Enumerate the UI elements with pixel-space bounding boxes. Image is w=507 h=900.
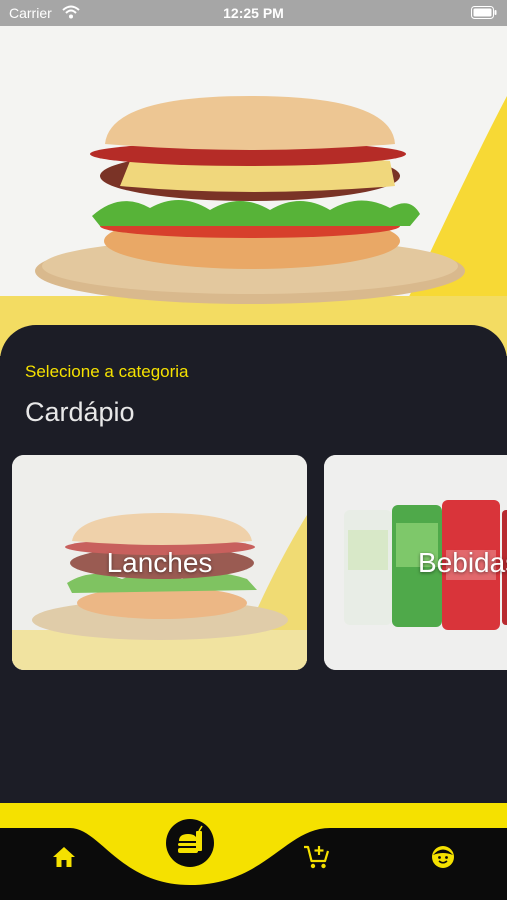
- category-panel: Selecione a categoria Cardápio Lanches B: [0, 325, 507, 805]
- smiley-icon: [432, 846, 454, 868]
- page-title: Cardápio: [25, 397, 135, 427]
- category-label: Bebidas: [418, 547, 507, 578]
- hero-burger-image: [0, 26, 507, 356]
- tab-home[interactable]: [52, 846, 76, 873]
- tab-profile[interactable]: [431, 845, 455, 874]
- burger-icon: [178, 825, 203, 853]
- section-subtitle: Selecione a categoria: [25, 362, 189, 381]
- tab-cart[interactable]: [303, 844, 331, 875]
- category-label: Lanches: [106, 547, 213, 578]
- category-card-bebidas[interactable]: Bebidas: [324, 455, 507, 670]
- status-bar: Carrier 12:25 PM: [0, 0, 507, 26]
- home-icon: [53, 847, 75, 867]
- bottom-tab-bar: [0, 803, 507, 900]
- cart-add-icon: [304, 845, 330, 869]
- category-card-lanches[interactable]: Lanches: [12, 455, 307, 670]
- tab-menu[interactable]: [166, 819, 214, 867]
- clock: 12:25 PM: [223, 5, 284, 21]
- battery-icon: [471, 6, 497, 22]
